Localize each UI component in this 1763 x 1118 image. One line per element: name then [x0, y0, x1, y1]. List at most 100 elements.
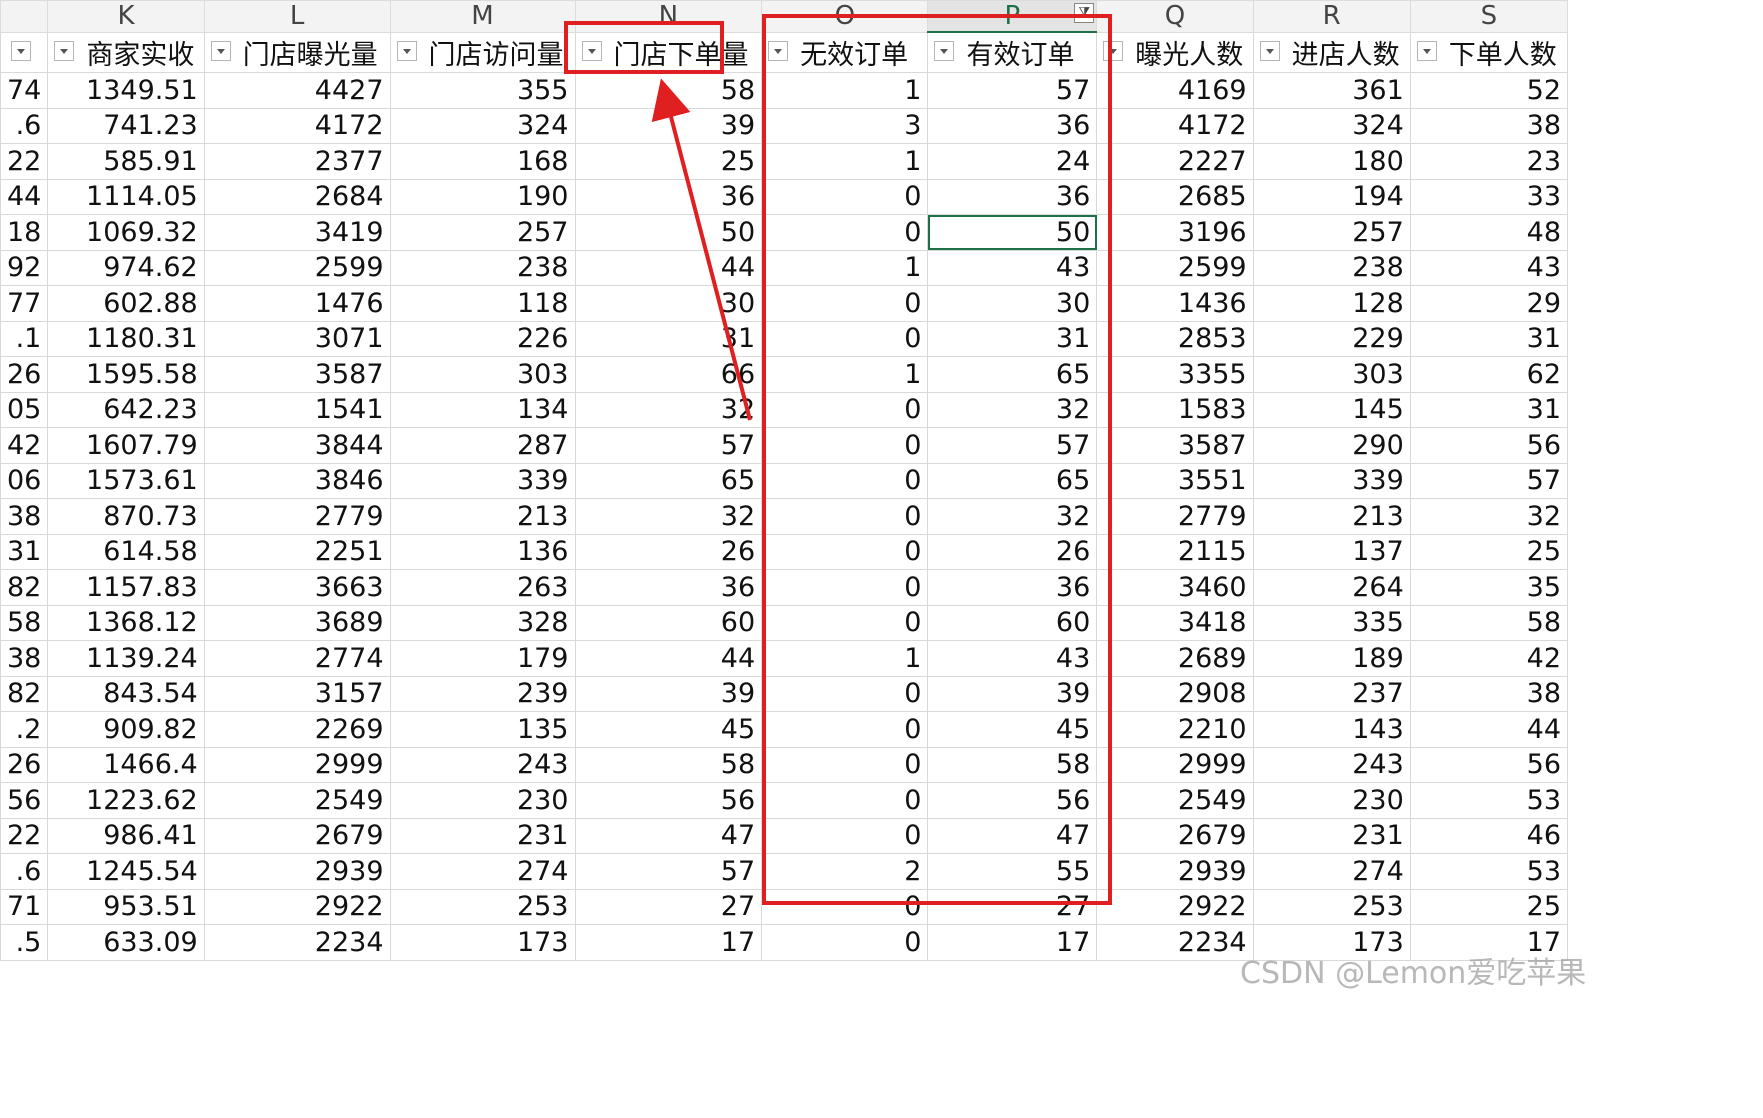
table-cell[interactable]: 229	[1252, 320, 1411, 357]
table-cell[interactable]: 1607.79	[47, 427, 205, 464]
table-cell[interactable]: 2234	[1096, 924, 1254, 961]
table-cell[interactable]: 253	[1252, 888, 1411, 925]
table-cell[interactable]: 58	[574, 746, 763, 783]
table-cell[interactable]: 3419	[203, 214, 391, 251]
table-cell[interactable]: 56	[574, 782, 763, 819]
table-cell[interactable]: 22	[0, 143, 49, 180]
table-cell[interactable]: 50	[574, 214, 763, 251]
table-cell[interactable]: 3418	[1096, 604, 1254, 641]
table-cell[interactable]: 82	[0, 569, 49, 606]
table-cell[interactable]: 1	[761, 640, 929, 677]
table-cell[interactable]: 36	[574, 569, 763, 606]
filter-active-icon[interactable]: ⧩	[1074, 3, 1095, 23]
table-cell[interactable]: 58	[927, 746, 1098, 783]
table-cell[interactable]: 27	[574, 888, 763, 925]
table-cell[interactable]: 2234	[203, 924, 391, 961]
table-cell[interactable]: 56	[927, 782, 1098, 819]
table-cell[interactable]: 0	[761, 214, 929, 251]
table-cell[interactable]: 4172	[1096, 107, 1254, 144]
table-cell[interactable]: 43	[927, 249, 1098, 286]
table-cell[interactable]: 39	[574, 675, 763, 712]
table-cell[interactable]: 145	[1252, 391, 1411, 428]
table-cell[interactable]: 3071	[203, 320, 391, 357]
table-cell[interactable]: 25	[574, 143, 763, 180]
table-cell[interactable]: 3196	[1096, 214, 1254, 251]
table-cell[interactable]: 2922	[203, 888, 391, 925]
table-cell[interactable]: 324	[1252, 107, 1411, 144]
column-letter-O[interactable]: O	[761, 0, 929, 33]
table-cell[interactable]: 230	[389, 782, 576, 819]
table-cell[interactable]: 30	[927, 285, 1098, 322]
table-cell[interactable]: 30	[574, 285, 763, 322]
table-cell[interactable]: 32	[927, 391, 1098, 428]
table-cell[interactable]: 46	[1409, 817, 1568, 854]
table-cell[interactable]: 56	[1409, 746, 1568, 783]
table-cell[interactable]: 0	[761, 533, 929, 570]
table-cell[interactable]: 239	[389, 675, 576, 712]
header-cell-L[interactable]: 门店曝光量	[203, 31, 391, 73]
table-cell[interactable]: 1573.61	[47, 462, 205, 499]
table-cell[interactable]: 18	[0, 214, 49, 251]
table-cell[interactable]: 361	[1252, 72, 1411, 109]
table-cell[interactable]: 29	[1409, 285, 1568, 322]
table-cell[interactable]: 226	[389, 320, 576, 357]
table-cell[interactable]: 1069.32	[47, 214, 205, 251]
table-cell[interactable]: 32	[574, 391, 763, 428]
table-cell[interactable]: 1157.83	[47, 569, 205, 606]
table-cell[interactable]: 0	[761, 391, 929, 428]
table-cell[interactable]: 3844	[203, 427, 391, 464]
table-cell[interactable]: 909.82	[47, 711, 205, 748]
table-cell[interactable]: 633.09	[47, 924, 205, 961]
column-letter-Q[interactable]: Q	[1096, 0, 1254, 33]
table-cell[interactable]: 2689	[1096, 640, 1254, 677]
table-cell[interactable]: 32	[1409, 498, 1568, 535]
table-cell[interactable]: 974.62	[47, 249, 205, 286]
table-cell[interactable]: 26	[927, 533, 1098, 570]
table-cell[interactable]: 1139.24	[47, 640, 205, 677]
table-cell[interactable]: 2939	[203, 853, 391, 890]
table-cell[interactable]: 2853	[1096, 320, 1254, 357]
table-cell[interactable]: 2684	[203, 178, 391, 215]
table-cell[interactable]: 1245.54	[47, 853, 205, 890]
table-cell[interactable]: 92	[0, 249, 49, 286]
column-letter-M[interactable]: M	[389, 0, 576, 33]
filter-dropdown-icon[interactable]	[1416, 40, 1437, 61]
table-cell[interactable]: 42	[1409, 640, 1568, 677]
filter-dropdown-icon[interactable]	[11, 40, 31, 61]
table-cell[interactable]: 0	[761, 427, 929, 464]
table-cell[interactable]: 57	[574, 853, 763, 890]
table-cell[interactable]: 57	[1409, 462, 1568, 499]
table-cell[interactable]: 3551	[1096, 462, 1254, 499]
table-cell[interactable]: 35	[1409, 569, 1568, 606]
table-cell[interactable]: 189	[1252, 640, 1411, 677]
table-cell[interactable]: 45	[574, 711, 763, 748]
table-cell[interactable]: 2779	[203, 498, 391, 535]
table-cell[interactable]: 2227	[1096, 143, 1254, 180]
table-cell[interactable]: 2269	[203, 711, 391, 748]
table-cell[interactable]: 38	[1409, 675, 1568, 712]
table-cell[interactable]: 31	[1409, 320, 1568, 357]
table-cell[interactable]: 2908	[1096, 675, 1254, 712]
table-cell[interactable]: 1583	[1096, 391, 1254, 428]
table-cell[interactable]: 26	[0, 746, 49, 783]
table-cell[interactable]: 43	[1409, 249, 1568, 286]
table-cell[interactable]: 23	[1409, 143, 1568, 180]
table-cell[interactable]: 17	[927, 924, 1098, 961]
table-cell[interactable]: 1	[761, 72, 929, 109]
table-cell[interactable]: 328	[389, 604, 576, 641]
filter-dropdown-icon[interactable]	[54, 40, 75, 61]
table-cell[interactable]: 58	[0, 604, 49, 641]
table-cell[interactable]: 137	[1252, 533, 1411, 570]
table-cell[interactable]: 179	[389, 640, 576, 677]
table-cell[interactable]: 38	[1409, 107, 1568, 144]
table-cell[interactable]: 3460	[1096, 569, 1254, 606]
table-cell[interactable]: 0	[761, 675, 929, 712]
table-cell[interactable]: 2999	[1096, 746, 1254, 783]
table-cell[interactable]: 135	[389, 711, 576, 748]
table-cell[interactable]: 06	[0, 462, 49, 499]
table-cell[interactable]: 1	[761, 356, 929, 393]
header-cell-S[interactable]: 下单人数	[1409, 31, 1568, 73]
table-cell[interactable]: 31	[574, 320, 763, 357]
table-cell[interactable]: 870.73	[47, 498, 205, 535]
table-cell[interactable]: 237	[1252, 675, 1411, 712]
